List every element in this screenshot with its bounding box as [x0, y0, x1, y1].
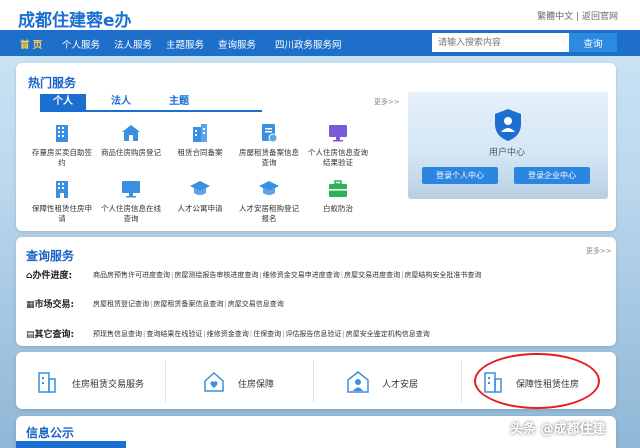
tab-theme[interactable]: 主题	[156, 94, 202, 110]
service-item[interactable]: 房屋租赁备案信息查询	[236, 122, 302, 174]
monitor-icon	[329, 125, 347, 142]
building-icon	[56, 125, 68, 142]
watermark: 头条 @成都住建	[510, 422, 606, 437]
building-icon	[56, 181, 68, 198]
document-icon	[262, 124, 278, 143]
query-link[interactable]: 房屋交易进度查询	[344, 271, 400, 279]
service-label: 商品住房购房登记	[101, 148, 161, 157]
search-input[interactable]	[432, 33, 569, 52]
bottom-service-talent-housing[interactable]: 人才安居	[314, 356, 460, 406]
back-to-official-link[interactable]: 返回官网	[582, 12, 618, 22]
query-link[interactable]: 房屋交易信息查询	[228, 300, 284, 308]
building-icon: ▦	[26, 300, 35, 310]
top-links: 繁體中文 | 返回官网	[537, 9, 618, 22]
query-link[interactable]: 维修资金查询	[207, 330, 249, 338]
service-label: 白蚁防治	[323, 204, 353, 213]
nav-personal[interactable]: 个人服务	[62, 37, 100, 51]
query-row-market-label: ▦市场交易:	[26, 300, 75, 310]
info-underline	[16, 441, 126, 448]
query-row-progress-links: 商品房预售许可进度查询|房屋测绘报告审核进度查询|维修资金交易申进度查询|房屋交…	[93, 271, 482, 279]
tab-underline	[40, 110, 262, 112]
service-label: 个人住房信息在线查询	[101, 204, 161, 223]
service-item[interactable]: 存量房买卖自助签约	[29, 122, 95, 174]
monitor-icon	[122, 181, 140, 198]
query-link[interactable]: 房屋租赁备案信息查询	[153, 300, 223, 308]
graduation-cap-icon	[259, 181, 279, 195]
service-item[interactable]: 人才公寓申请	[167, 178, 233, 230]
nav-query[interactable]: 查询服务	[218, 37, 256, 51]
login-enterprise-button[interactable]: 登录企业中心	[514, 167, 590, 184]
hot-services-more-link[interactable]: 更多>>	[374, 97, 400, 107]
house-heart-icon	[204, 371, 224, 392]
search-button[interactable]: 查询	[569, 33, 617, 52]
building-icon	[193, 124, 207, 142]
nav-theme[interactable]: 主题服务	[166, 37, 204, 51]
service-item[interactable]: 人才安居租购登记报名	[236, 178, 302, 230]
query-link[interactable]: 商品房预售许可进度查询	[93, 271, 170, 279]
user-center-title: 用户中心	[489, 148, 526, 158]
service-label: 个人住房信息查询结果验证	[308, 148, 368, 167]
service-label: 存量房买卖自助签约	[32, 148, 92, 167]
bottom-service-label: 住房租赁交易服务	[72, 380, 145, 390]
graduation-cap-icon	[190, 181, 210, 195]
service-label: 保障性租赁住房申请	[32, 204, 92, 223]
query-link[interactable]: 房屋测绘报告审核进度查询	[174, 271, 258, 279]
service-item[interactable]: 个人住房信息在线查询	[98, 178, 164, 230]
query-link[interactable]: 评估报告信息验证	[285, 330, 341, 338]
nav-corporate[interactable]: 法人服务	[114, 37, 152, 51]
shield-user-icon	[495, 109, 521, 141]
service-label: 人才公寓申请	[177, 204, 223, 213]
separator: |	[576, 12, 580, 22]
nav-sichuan-gov[interactable]: 四川政务服务网	[275, 37, 342, 51]
nav-home[interactable]: 首 页	[20, 37, 42, 51]
service-item[interactable]: 白蚁防治	[305, 178, 371, 230]
list-icon: ▤	[26, 330, 35, 340]
site-logo[interactable]: 成都住建蓉e办	[18, 6, 132, 31]
query-link[interactable]: 预现售信息查询	[93, 330, 142, 338]
query-link[interactable]: 查询结果在线验证	[146, 330, 202, 338]
query-row-market-links: 房屋租赁登记查询|房屋租赁备案信息查询|房屋交易信息查询	[93, 300, 284, 308]
bottom-service-rental-trade[interactable]: 住房租赁交易服务	[18, 356, 164, 406]
person-house-icon	[347, 371, 369, 393]
highlight-circle	[474, 353, 600, 409]
briefcase-icon	[329, 180, 347, 197]
query-link[interactable]: 房屋租赁登记查询	[93, 300, 149, 308]
tab-personal[interactable]: 个人	[40, 94, 86, 110]
service-label: 租赁合同备案	[177, 148, 223, 157]
query-link[interactable]: 房屋安全鉴定机构信息查询	[346, 330, 430, 338]
info-title: 信息公示	[26, 426, 75, 440]
service-item[interactable]: 商品住房购房登记	[98, 122, 164, 174]
query-row-other-label: ▤其它查询:	[26, 330, 75, 340]
login-personal-button[interactable]: 登录个人中心	[422, 167, 498, 184]
query-services-title: 查询服务	[26, 249, 75, 263]
service-label: 人才安居租购登记报名	[239, 204, 299, 223]
query-link[interactable]: 维修资金交易申进度查询	[263, 271, 340, 279]
bottom-service-housing-security[interactable]: 住房保障	[166, 356, 312, 406]
bottom-service-label: 住房保障	[238, 380, 275, 390]
house-icon	[122, 125, 140, 141]
query-row-other-links: 预现售信息查询|查询结果在线验证|维修资金查询|住保查询|评估报告信息验证|房屋…	[93, 330, 430, 338]
service-item[interactable]: 个人住房信息查询结果验证	[305, 122, 371, 174]
top-bar: 成都住建蓉e办 繁體中文 | 返回官网	[0, 0, 640, 31]
service-label: 房屋租赁备案信息查询	[239, 148, 299, 167]
query-services-more-link[interactable]: 更多>>	[586, 246, 612, 256]
query-link[interactable]: 住保查询	[253, 330, 281, 338]
bottom-service-label: 人才安居	[382, 380, 419, 390]
service-item[interactable]: 保障性租赁住房申请	[29, 178, 95, 230]
lang-traditional-link[interactable]: 繁體中文	[537, 12, 573, 22]
query-row-progress-label: ⌂办件进度:	[26, 271, 73, 281]
hot-services-title: 热门服务	[28, 76, 77, 90]
service-item[interactable]: 租赁合同备案	[167, 122, 233, 174]
apartment-icon	[38, 372, 56, 393]
tab-corporate[interactable]: 法人	[98, 94, 144, 110]
query-link[interactable]: 房屋结构安全批准书查询	[404, 271, 481, 279]
